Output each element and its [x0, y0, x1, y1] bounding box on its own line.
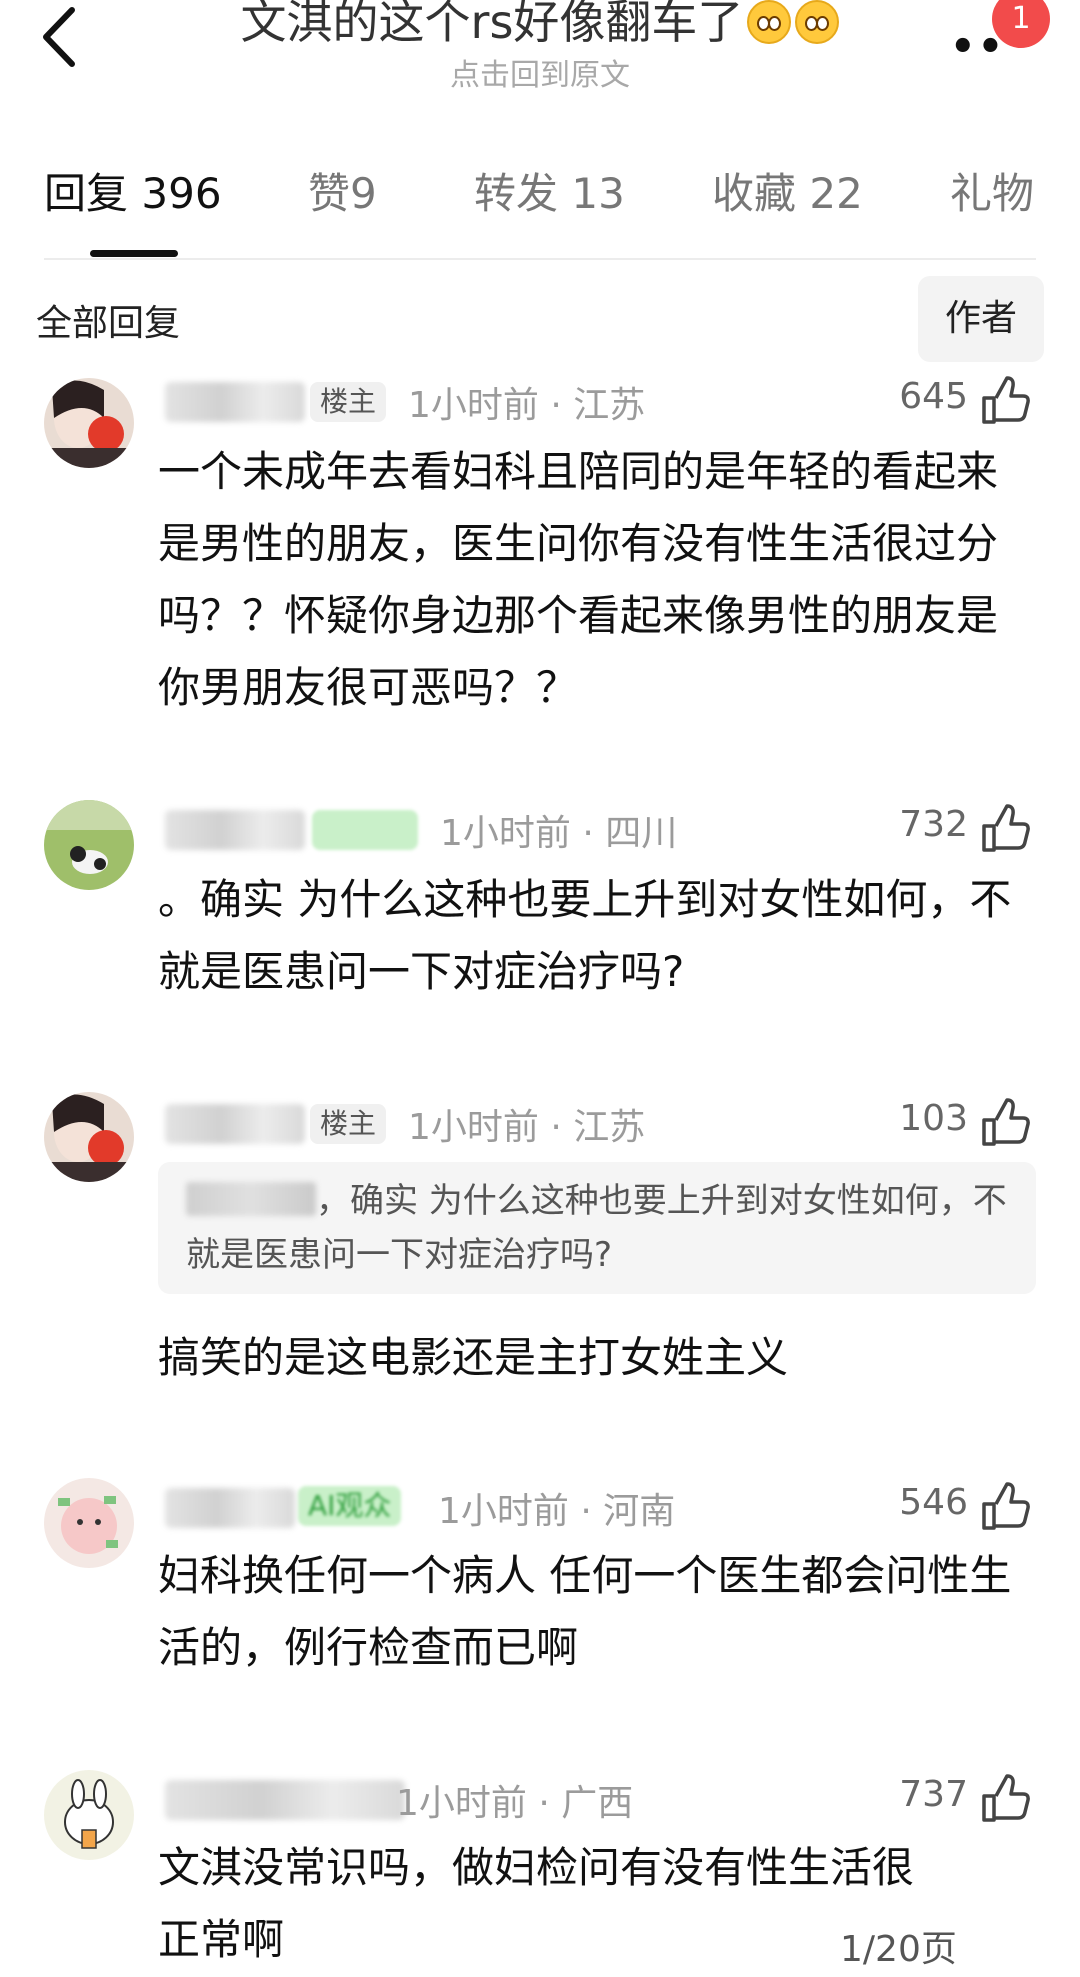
tab-reposts[interactable]: 转发 13 [474, 160, 625, 221]
username-blurred[interactable] [165, 1488, 295, 1528]
user-badge [312, 810, 418, 850]
post-title-text: 文淇的这个rs好像翻车了 [240, 0, 744, 49]
avatar[interactable] [44, 378, 134, 468]
like-count: 645 [899, 376, 968, 417]
page-indicator[interactable]: 1/20页 [840, 1920, 1060, 1977]
divider [44, 258, 1036, 260]
comment-text[interactable]: 。确实 为什么这种也要上升到对女性如何，不就是医患问一下对症治疗吗? [158, 864, 1038, 1008]
thumbs-up-icon[interactable] [978, 1480, 1032, 1534]
comment-text[interactable]: 文淇没常识吗，做妇检问有没有性生活很正常啊 [158, 1832, 918, 1976]
top-bar: 文淇的这个rs好像翻车了 点击回到原文 •• 1 [0, 0, 1080, 100]
active-tab-indicator [90, 250, 178, 257]
flushed-face-icon [795, 0, 840, 44]
username-blurred[interactable] [165, 1104, 305, 1144]
comment-text[interactable]: 搞笑的是这电影还是主打女姓主义 [158, 1322, 1038, 1394]
username-blurred[interactable] [165, 810, 305, 850]
quoted-username-blurred [186, 1182, 316, 1216]
comment-text[interactable]: 妇科换任何一个病人 任何一个医生都会问性生活的，例行检查而已啊 [158, 1540, 1038, 1684]
comment-meta: 1小时前 · 河南 [438, 1491, 676, 1532]
comment-meta: 1小时前 · 四川 [440, 813, 678, 854]
like-count: 103 [899, 1098, 968, 1139]
comment-meta: 1小时前 · 江苏 [408, 1107, 646, 1148]
thumbs-up-icon[interactable] [978, 1772, 1032, 1826]
tab-likes[interactable]: 赞9 [308, 160, 377, 221]
quoted-reply[interactable]: ，确实 为什么这种也要上升到对女性如何，不就是医患问一下对症治疗吗? [158, 1162, 1036, 1294]
comment-meta: 1小时前 · 广西 [396, 1783, 634, 1824]
avatar[interactable] [44, 800, 134, 890]
section-title: 全部回复 [36, 303, 181, 344]
avatar[interactable] [44, 1478, 134, 1568]
tab-favorites[interactable]: 收藏 22 [712, 160, 863, 221]
op-tag: 楼主 [310, 1104, 387, 1144]
username-blurred[interactable] [165, 382, 305, 422]
tab-gifts[interactable]: 礼物 [950, 160, 1034, 221]
post-title[interactable]: 文淇的这个rs好像翻车了 [220, 0, 860, 52]
user-badge: AI观众 [298, 1486, 402, 1526]
flushed-face-icon [747, 0, 792, 44]
reply-page: 文淇的这个rs好像翻车了 点击回到原文 •• 1 回复 396 赞9 转发 13… [0, 0, 1080, 1977]
comment-meta: 1小时前 · 江苏 [408, 385, 646, 426]
avatar[interactable] [44, 1770, 134, 1860]
like-count: 737 [899, 1774, 968, 1815]
chevron-left-icon[interactable] [30, 2, 90, 72]
author-filter-button[interactable]: 作者 [918, 276, 1044, 362]
like-count: 732 [899, 804, 968, 845]
avatar[interactable] [44, 1092, 134, 1182]
username-blurred[interactable] [165, 1780, 405, 1820]
op-tag: 楼主 [310, 382, 387, 422]
back-to-post-link[interactable]: 点击回到原文 [340, 50, 740, 94]
tab-bar: 回复 396 赞9 转发 13 收藏 22 礼物 [0, 160, 1080, 260]
thumbs-up-icon[interactable] [978, 1096, 1032, 1150]
thumbs-up-icon[interactable] [978, 802, 1032, 856]
comment-text[interactable]: 一个未成年去看妇科且陪同的是年轻的看起来是男性的朋友，医生问你有没有性生活很过分… [158, 436, 1038, 724]
tab-replies[interactable]: 回复 396 [44, 160, 222, 221]
like-count: 546 [899, 1482, 968, 1523]
thumbs-up-icon[interactable] [978, 374, 1032, 428]
